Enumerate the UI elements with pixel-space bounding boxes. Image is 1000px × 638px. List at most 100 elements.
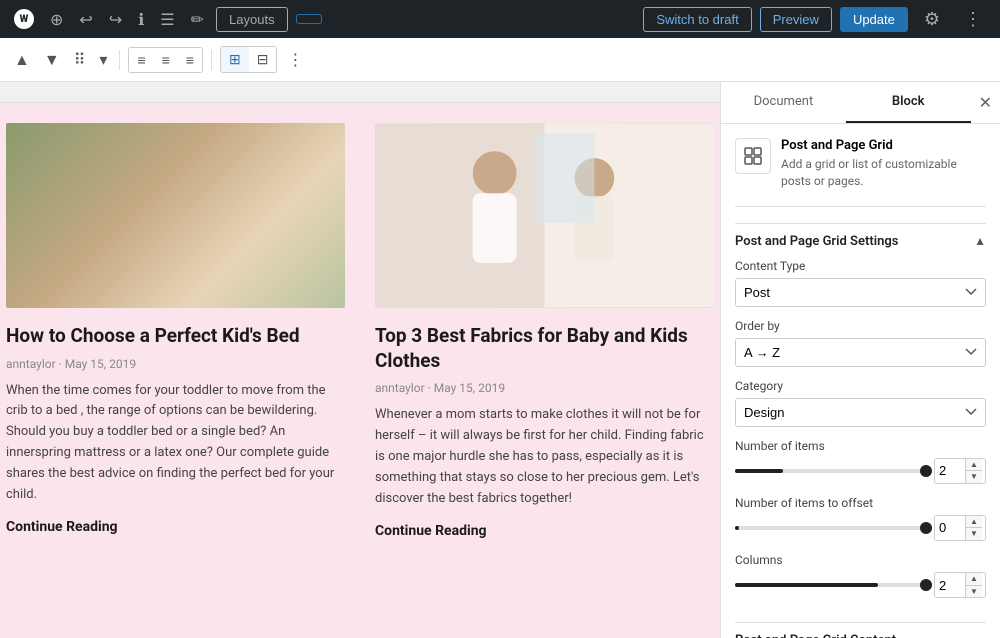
panel-body: Post and Page Grid Add a grid or list of… xyxy=(721,124,1000,638)
num-items-slider[interactable] xyxy=(735,469,926,473)
offset-value[interactable] xyxy=(935,516,965,539)
block-options-icon[interactable]: ⋮ xyxy=(283,46,307,73)
align-right-button[interactable]: ≡ xyxy=(178,48,202,72)
template-library-button[interactable] xyxy=(296,14,322,24)
offset-thumb[interactable] xyxy=(920,522,932,534)
main-layout: How to Choose a Perfect Kid's Bed anntay… xyxy=(0,82,1000,638)
settings-section-title: Post and Page Grid Settings xyxy=(735,234,898,249)
offset-slider[interactable] xyxy=(735,526,926,530)
order-by-group: Order by A → Z Z → A Date xyxy=(735,319,986,367)
num-items-down[interactable]: ▼ xyxy=(966,470,982,483)
list-view-icon[interactable]: ☰ xyxy=(156,6,178,33)
order-by-label: Order by xyxy=(735,319,986,333)
tab-document[interactable]: Document xyxy=(721,82,846,123)
offset-input: ▲ ▼ xyxy=(934,515,986,541)
columns-fill xyxy=(735,583,878,587)
content-section-header[interactable]: Post and Page Grid Content ▲ xyxy=(735,622,986,638)
content-type-group: Content Type Post Page xyxy=(735,259,986,307)
panel-tabs: Document Block ✕ xyxy=(721,82,1000,124)
content-type-label: Content Type xyxy=(735,259,986,273)
right-panel: Document Block ✕ Post and Page Grid Add … xyxy=(720,82,1000,638)
offset-group: Number of items to offset ▲ xyxy=(735,496,986,541)
block-title: Post and Page Grid xyxy=(781,138,986,153)
block-info-text: Post and Page Grid Add a grid or list of… xyxy=(781,138,986,190)
drag-handle-icon[interactable]: ⠿ xyxy=(70,46,90,73)
align-center-button[interactable]: ≡ xyxy=(154,48,178,72)
blog-grid: How to Choose a Perfect Kid's Bed anntay… xyxy=(6,123,714,539)
columns-thumb[interactable] xyxy=(920,579,932,591)
more-options-icon[interactable]: ⋮ xyxy=(956,5,990,34)
redo-icon[interactable]: ↪ xyxy=(105,6,126,33)
block-nav-up-icon[interactable]: ▲ xyxy=(10,46,34,74)
info-icon[interactable]: ℹ xyxy=(134,6,148,33)
edit-icon[interactable]: ✏ xyxy=(187,6,208,33)
canvas-area: How to Choose a Perfect Kid's Bed anntay… xyxy=(0,82,720,638)
block-info: Post and Page Grid Add a grid or list of… xyxy=(735,138,986,207)
list-view-button[interactable]: ⊟ xyxy=(249,47,277,72)
grid-view-button[interactable]: ⊞ xyxy=(221,47,249,72)
post-meta-2: anntaylor · May 15, 2019 xyxy=(375,381,714,395)
text-align-group: ≡ ≡ ≡ xyxy=(128,47,203,73)
num-items-thumb[interactable] xyxy=(920,465,932,477)
post-image-2 xyxy=(375,123,714,308)
num-items-label: Number of items xyxy=(735,439,986,453)
continue-reading-2[interactable]: Continue Reading xyxy=(375,523,487,539)
align-left-button[interactable]: ≡ xyxy=(129,48,153,72)
secondary-toolbar: ▲ ▼ ⠿ ▾ ≡ ≡ ≡ ⊞ ⊟ ⋮ xyxy=(0,38,1000,82)
settings-chevron-icon: ▲ xyxy=(974,234,986,248)
num-items-fill xyxy=(735,469,783,473)
offset-down[interactable]: ▼ xyxy=(966,527,982,540)
offset-spinners: ▲ ▼ xyxy=(965,516,982,540)
offset-row: ▲ ▼ xyxy=(735,515,986,541)
num-items-input: ▲ ▼ xyxy=(934,458,986,484)
post-title-1: How to Choose a Perfect Kid's Bed xyxy=(6,324,345,349)
num-items-row: ▲ ▼ xyxy=(735,458,986,484)
columns-group: Columns ▲ ▼ xyxy=(735,553,986,598)
content-type-select[interactable]: Post Page xyxy=(735,278,986,307)
offset-label: Number of items to offset xyxy=(735,496,986,510)
wp-logo[interactable]: W xyxy=(10,5,38,33)
block-nav-down-icon[interactable]: ▼ xyxy=(40,46,64,74)
content-section: Post and Page Grid Content ▲ Display Sec… xyxy=(735,622,986,638)
category-select[interactable]: Design All Development xyxy=(735,398,986,427)
layouts-button[interactable]: Layouts xyxy=(216,7,288,32)
switch-to-draft-button[interactable]: Switch to draft xyxy=(643,7,751,32)
block-description: Add a grid or list of customizable posts… xyxy=(781,156,986,190)
content-section-title: Post and Page Grid Content xyxy=(735,633,896,638)
num-items-up[interactable]: ▲ xyxy=(966,459,982,471)
canvas-content: How to Choose a Perfect Kid's Bed anntay… xyxy=(0,102,720,638)
columns-input: ▲ ▼ xyxy=(934,572,986,598)
order-by-select[interactable]: A → Z Z → A Date xyxy=(735,338,986,367)
block-type-icon[interactable]: ▾ xyxy=(95,46,111,73)
settings-section-body: Content Type Post Page Order by A → Z Z … xyxy=(735,259,986,623)
post-excerpt-2: Whenever a mom starts to make clothes it… xyxy=(375,405,714,509)
offset-fill xyxy=(735,526,739,530)
update-button[interactable]: Update xyxy=(840,7,908,32)
columns-up[interactable]: ▲ xyxy=(966,573,982,585)
num-items-value[interactable] xyxy=(935,459,965,482)
block-icon xyxy=(735,138,771,174)
columns-row: ▲ ▼ xyxy=(735,572,986,598)
post-image-1 xyxy=(6,123,345,308)
settings-gear-icon[interactable]: ⚙ xyxy=(916,5,948,34)
columns-down[interactable]: ▼ xyxy=(966,585,982,598)
post-title-2: Top 3 Best Fabrics for Baby and Kids Clo… xyxy=(375,324,714,373)
columns-slider[interactable] xyxy=(735,583,926,587)
offset-up[interactable]: ▲ xyxy=(966,516,982,528)
panel-close-button[interactable]: ✕ xyxy=(971,85,1000,120)
preview-button[interactable]: Preview xyxy=(760,7,832,32)
tab-block[interactable]: Block xyxy=(846,82,971,123)
category-label: Category xyxy=(735,379,986,393)
columns-label: Columns xyxy=(735,553,986,567)
continue-reading-1[interactable]: Continue Reading xyxy=(6,519,118,535)
columns-value[interactable] xyxy=(935,574,965,597)
settings-section-header[interactable]: Post and Page Grid Settings ▲ xyxy=(735,223,986,259)
content-chevron-icon: ▲ xyxy=(974,634,986,638)
wp-logo-icon: W xyxy=(14,9,34,29)
post-card-2: Top 3 Best Fabrics for Baby and Kids Clo… xyxy=(375,123,714,539)
top-bar: W ⊕ ↩ ↪ ℹ ☰ ✏ Layouts Switch to draft Pr… xyxy=(0,0,1000,38)
undo-icon[interactable]: ↩ xyxy=(75,6,96,33)
post-card-1: How to Choose a Perfect Kid's Bed anntay… xyxy=(6,123,345,539)
view-mode-group: ⊞ ⊟ xyxy=(220,46,277,73)
add-block-icon[interactable]: ⊕ xyxy=(46,6,67,33)
